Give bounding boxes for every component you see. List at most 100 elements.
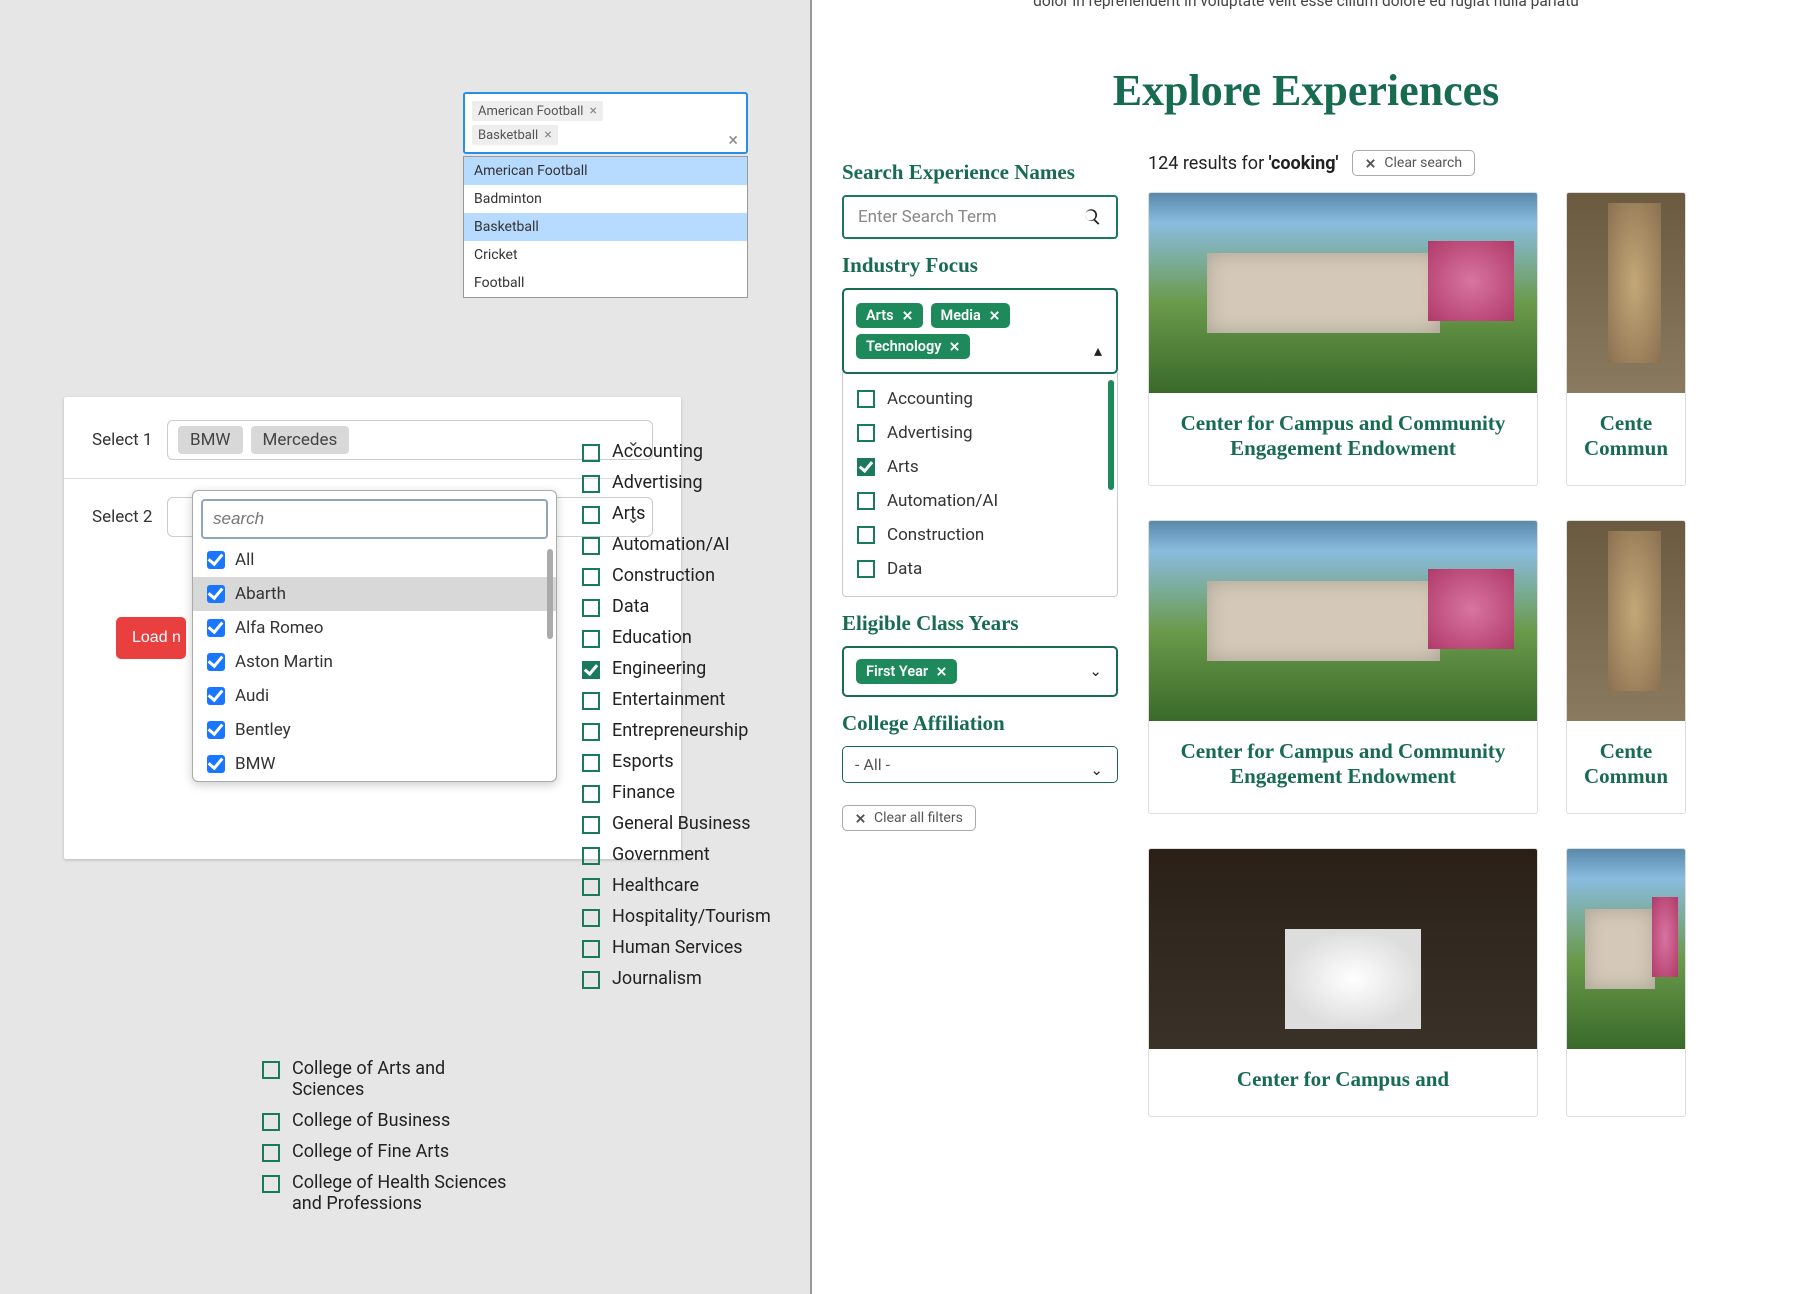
industry-option[interactable]: Hospitality/Tourism xyxy=(582,901,782,932)
page-title: Explore Experiences xyxy=(842,65,1770,116)
result-card[interactable]: Center for Campus and xyxy=(1148,848,1538,1117)
industry-option[interactable]: Arts xyxy=(857,450,1103,484)
industry-option[interactable]: Data xyxy=(582,591,782,622)
checkbox-icon xyxy=(582,444,600,462)
industry-option[interactable]: Government xyxy=(582,839,782,870)
industry-option[interactable]: Accounting xyxy=(582,436,782,467)
cars-option[interactable]: Audi xyxy=(193,679,556,713)
industry-option[interactable]: Entrepreneurship xyxy=(582,715,782,746)
result-card[interactable]: CenteCommun xyxy=(1566,192,1686,486)
industry-option[interactable]: Construction xyxy=(582,560,782,591)
industry-option[interactable]: Journalism xyxy=(582,963,782,994)
search-input[interactable]: Enter Search Term xyxy=(842,195,1118,239)
right-pane: dolor in reprehenderit in voluptate veli… xyxy=(812,0,1800,1294)
sports-dropdown[interactable]: American FootballBadmintonBasketballCric… xyxy=(463,156,748,298)
clear-all-icon[interactable]: × xyxy=(728,130,738,151)
college-option[interactable]: College of Fine Arts xyxy=(262,1136,507,1167)
clear-search-button[interactable]: Clear search xyxy=(1352,150,1475,176)
cars-search-input[interactable] xyxy=(201,499,548,539)
close-icon[interactable]: × xyxy=(589,103,596,119)
cars-option[interactable]: Aston Martin xyxy=(193,645,556,679)
industry-option[interactable]: Education xyxy=(582,622,782,653)
cars-option[interactable]: Alfa Romeo xyxy=(193,611,556,645)
close-icon[interactable] xyxy=(936,666,947,677)
college-option[interactable]: College of Business xyxy=(262,1105,507,1136)
search-icon[interactable] xyxy=(1082,207,1102,227)
industry-option[interactable]: Finance xyxy=(582,777,782,808)
tag-pill[interactable]: First Year xyxy=(856,659,957,684)
scrollbar[interactable] xyxy=(1108,380,1114,490)
close-icon[interactable] xyxy=(902,310,913,321)
college-option[interactable]: College of Arts and Sciences xyxy=(262,1053,507,1105)
result-card[interactable]: Center for Campus and Community Engageme… xyxy=(1148,520,1538,814)
industry-label: Accounting xyxy=(612,441,703,462)
result-card[interactable] xyxy=(1566,848,1686,1117)
industry-option[interactable]: Data xyxy=(857,552,1103,586)
industry-option[interactable]: Accounting xyxy=(857,382,1103,416)
close-icon[interactable] xyxy=(989,310,1000,321)
chevron-down-icon[interactable]: ⌄ xyxy=(1089,662,1102,680)
college-select[interactable]: - All - ⌄ xyxy=(842,746,1118,783)
sports-option[interactable]: Cricket xyxy=(464,241,747,269)
industry-option[interactable]: Engineering xyxy=(582,653,782,684)
class-years-select[interactable]: First Year ⌄ xyxy=(842,646,1118,697)
card-title: Center for Campus and xyxy=(1165,1067,1521,1092)
industry-option[interactable]: Healthcare xyxy=(582,870,782,901)
sports-tagbox[interactable]: American Football× Basketball× × xyxy=(463,92,748,154)
industry-option[interactable]: Esports xyxy=(582,746,782,777)
checkbox-icon xyxy=(582,661,600,679)
industry-dropdown[interactable]: AccountingAdvertisingArts Automation/AI Co… xyxy=(842,372,1118,597)
college-value: - All - xyxy=(855,755,890,774)
industry-label: Human Services xyxy=(612,937,743,958)
industry-option[interactable]: Advertising xyxy=(857,416,1103,450)
sports-option[interactable]: Football xyxy=(464,269,747,297)
cars-option[interactable]: Bentley xyxy=(193,713,556,747)
tag-pill[interactable]: Arts xyxy=(856,303,923,328)
cars-option[interactable]: Abarth xyxy=(193,577,556,611)
card-image xyxy=(1567,521,1685,721)
tag-label: Media xyxy=(941,307,981,324)
results-area: 124 results for 'cooking' Clear search C… xyxy=(1148,146,1770,1151)
sports-chip[interactable]: Basketball× xyxy=(472,125,558,145)
industry-label: Automation/AI xyxy=(887,491,998,511)
close-icon[interactable] xyxy=(949,341,960,352)
checkbox-icon xyxy=(582,754,600,772)
chevron-down-icon[interactable]: ⌄ xyxy=(1090,761,1103,779)
cars-chip[interactable]: Mercedes xyxy=(251,426,350,454)
result-card[interactable]: CenteCommun xyxy=(1566,520,1686,814)
result-card[interactable]: Center for Campus and Community Engageme… xyxy=(1148,192,1538,486)
close-icon[interactable]: × xyxy=(544,127,551,143)
scrollbar[interactable] xyxy=(547,549,553,639)
clear-all-filters-button[interactable]: Clear all filters xyxy=(842,805,976,831)
sports-option[interactable]: Badminton xyxy=(464,185,747,213)
sports-chip[interactable]: American Football× xyxy=(472,101,603,121)
select1-control[interactable]: BMW Mercedes ⌄ xyxy=(167,420,653,460)
chevron-up-icon[interactable]: ▴ xyxy=(1094,341,1102,360)
sports-option[interactable]: American Football xyxy=(464,157,747,185)
sports-option[interactable]: Basketball xyxy=(464,213,747,241)
industry-option[interactable]: Arts xyxy=(582,498,782,529)
industry-option[interactable]: General Business xyxy=(582,808,782,839)
cars-chip[interactable]: BMW xyxy=(178,426,243,454)
industry-label: Journalism xyxy=(612,968,702,989)
checkbox-icon xyxy=(582,847,600,865)
industry-label: Data xyxy=(612,596,649,617)
industry-option[interactable]: Entertainment xyxy=(582,684,782,715)
college-option[interactable]: College of Health Sciences and Professio… xyxy=(262,1167,507,1219)
tag-pill[interactable]: Technology xyxy=(856,334,970,359)
cars-option[interactable]: All xyxy=(193,543,556,577)
cars-dropdown[interactable]: AllAbarthAlfa RomeoAston Martin Audi Bentl… xyxy=(192,490,557,782)
industry-option[interactable]: Construction xyxy=(857,518,1103,552)
tag-pill[interactable]: Media xyxy=(931,303,1010,328)
industry-option[interactable]: Automation/AI xyxy=(582,529,782,560)
cars-option-label: Audi xyxy=(235,686,269,706)
checkbox-icon xyxy=(582,816,600,834)
industry-option[interactable]: Automation/AI xyxy=(857,484,1103,518)
class-years-heading: Eligible Class Years xyxy=(842,611,1118,636)
load-button[interactable]: Load n xyxy=(116,617,186,659)
select1-label: Select 1 xyxy=(92,430,167,450)
industry-option[interactable]: Human Services xyxy=(582,932,782,963)
industry-option[interactable]: Advertising xyxy=(582,467,782,498)
cars-option[interactable]: BMW xyxy=(193,747,556,781)
industry-tagbox[interactable]: Arts Media Technology ▴ xyxy=(842,288,1118,374)
